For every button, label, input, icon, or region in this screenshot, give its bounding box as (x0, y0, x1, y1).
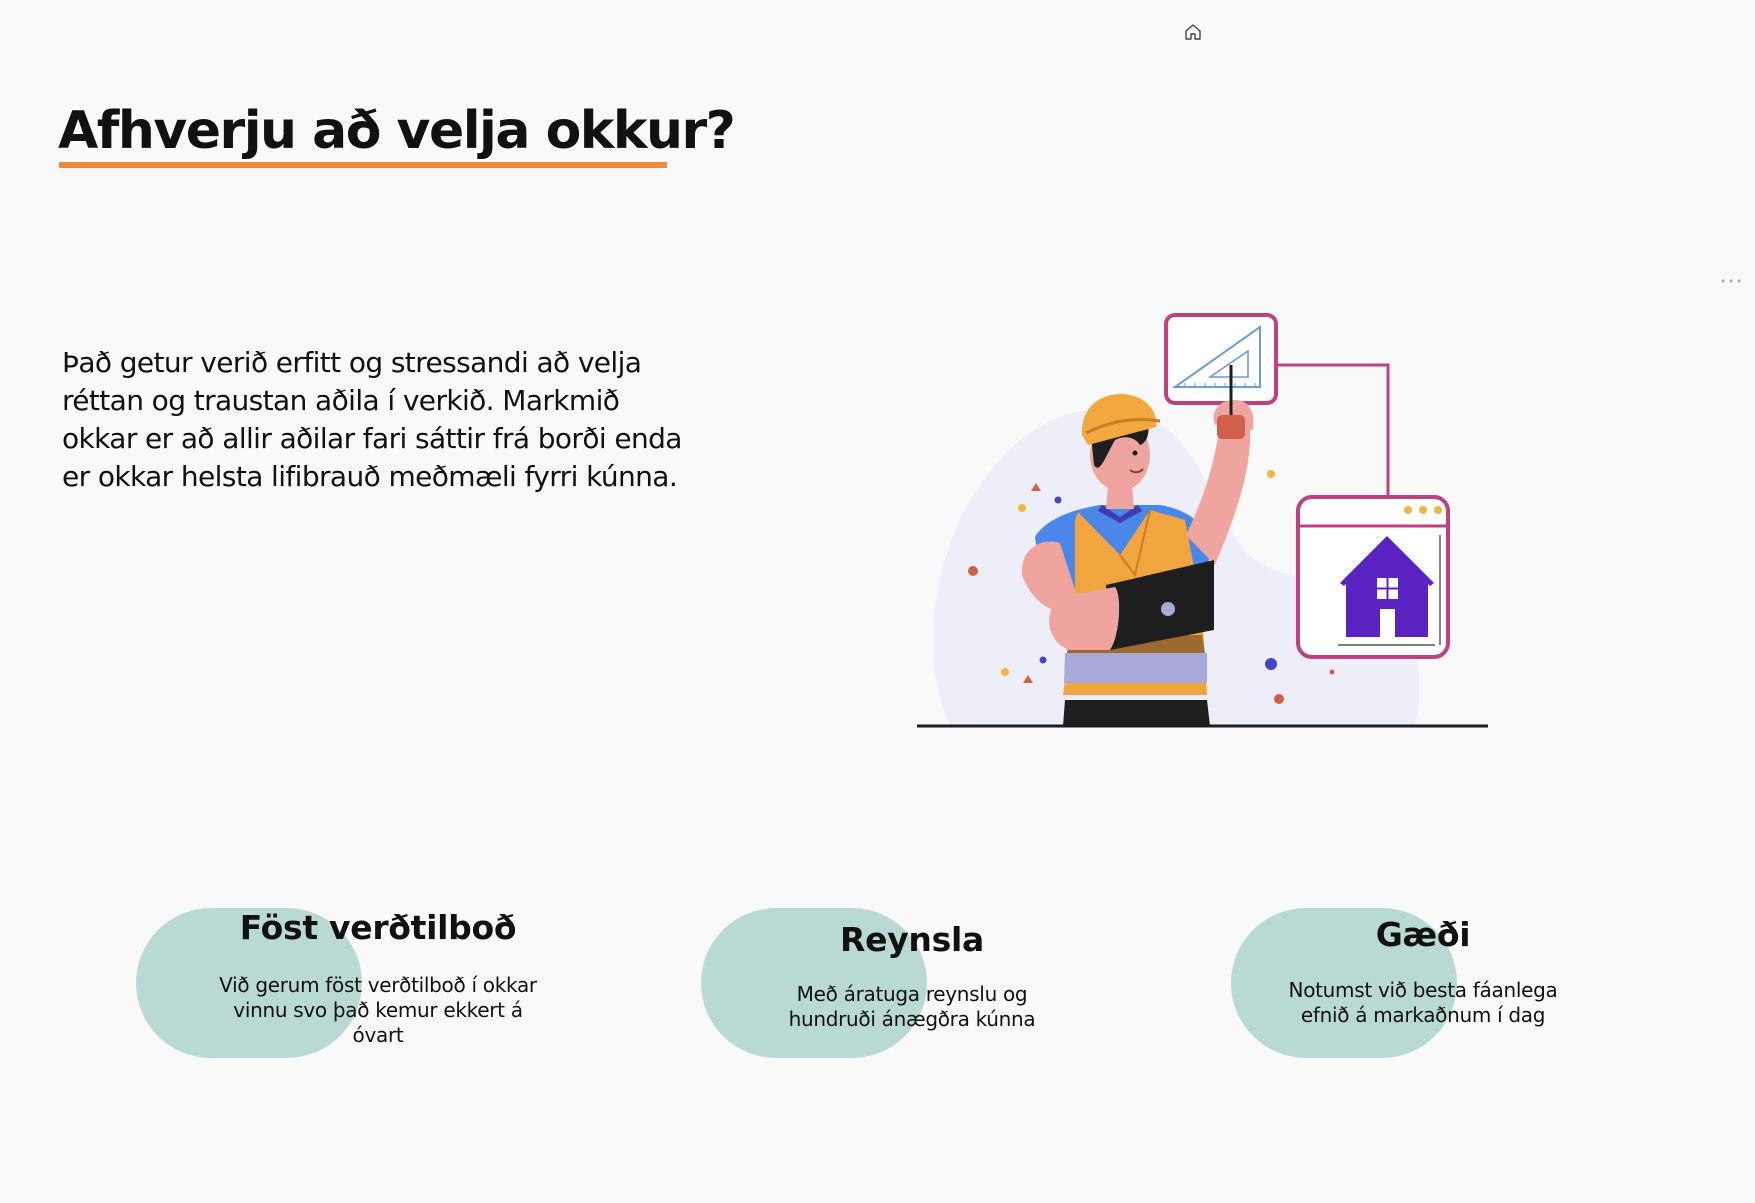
feature-description: Við gerum föst verðtilboð í okkar vinnu … (219, 973, 537, 1047)
connector-line (1275, 363, 1390, 497)
more-options-icon[interactable] (1720, 276, 1742, 286)
title-underline (59, 162, 667, 168)
construction-worker-illustration (917, 313, 1488, 728)
intro-paragraph: Það getur verið erfitt og stressandi að … (62, 346, 682, 493)
house-frame (1296, 495, 1450, 659)
feature-title: Föst verðtilboð (239, 908, 517, 947)
feature-title: Gæði (1375, 915, 1471, 954)
feature-card-experience: Reynsla Með áratuga reynslu og hundruði … (701, 908, 1141, 1058)
feature-card-fixed-quotes: Föst verðtilboð Við gerum föst verðtilbo… (136, 908, 576, 1058)
home-icon[interactable] (1183, 22, 1203, 42)
page-title: Afhverju að velja okkur? (58, 101, 736, 161)
feature-title: Reynsla (840, 920, 984, 959)
triangle-ruler-frame (1164, 313, 1278, 405)
feature-description: Notumst við besta fáanlega efnið á marka… (1288, 978, 1558, 1027)
feature-description: Með áratuga reynslu og hundruði ánægðra … (788, 982, 1036, 1031)
feature-card-quality: Gæði Notumst við besta fáanlega efnið á … (1231, 908, 1671, 1058)
